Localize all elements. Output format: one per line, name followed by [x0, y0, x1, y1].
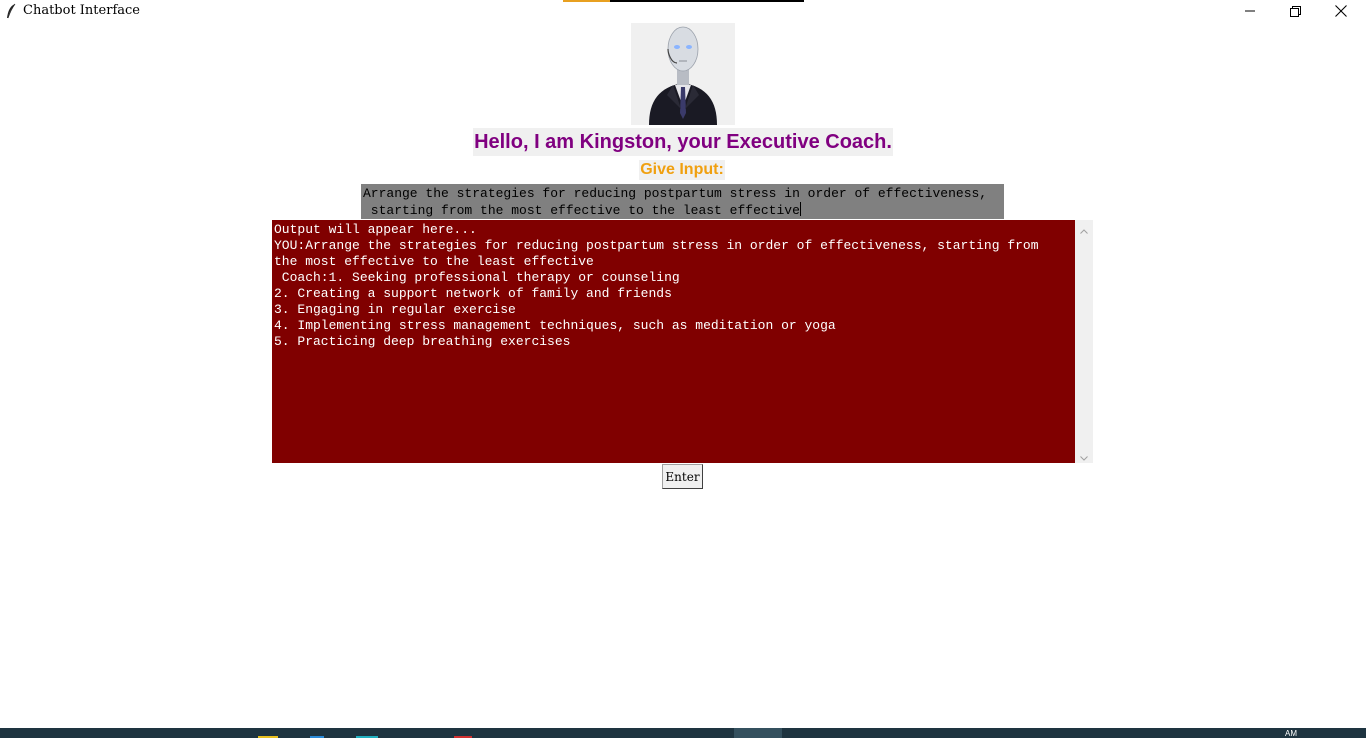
restore-icon: [1289, 5, 1301, 17]
chat-output-text[interactable]: Output will appear here... YOU:Arrange t…: [272, 220, 1075, 463]
user-input-field[interactable]: Arrange the strategies for reducing post…: [361, 184, 1004, 219]
restore-button[interactable]: [1272, 0, 1318, 22]
minimize-icon: [1245, 6, 1255, 16]
scroll-down-button[interactable]: [1075, 447, 1093, 463]
minimize-button[interactable]: [1227, 0, 1273, 22]
taskbar-preview-strip: [563, 0, 804, 2]
close-icon: [1335, 5, 1347, 17]
input-label: Give Input:: [639, 160, 725, 180]
app-window: Chatbot Interface Hello, I am Kingston, …: [0, 0, 1366, 738]
title-bar: Chatbot Interface: [0, 0, 1366, 22]
window-title: Chatbot Interface: [23, 3, 140, 18]
text-caret: [799, 202, 801, 216]
robot-coach-image: [631, 23, 735, 125]
scroll-up-button[interactable]: [1075, 220, 1093, 236]
enter-button[interactable]: Enter: [662, 464, 703, 489]
user-input-text: Arrange the strategies for reducing post…: [363, 186, 988, 218]
chevron-down-icon: [1080, 446, 1088, 465]
output-scrollbar[interactable]: [1075, 220, 1093, 463]
output-panel: Output will appear here... YOU:Arrange t…: [272, 220, 1093, 464]
taskbar-clock: AM: [1285, 729, 1297, 738]
chevron-up-icon: [1080, 219, 1088, 238]
coach-avatar: [631, 23, 735, 125]
greeting-heading: Hello, I am Kingston, your Executive Coa…: [473, 128, 893, 156]
taskbar-active-app[interactable]: [734, 728, 782, 738]
close-button[interactable]: [1318, 0, 1364, 22]
preview-accent: [563, 0, 610, 2]
os-taskbar: AM: [0, 728, 1366, 738]
feather-icon: [5, 3, 17, 19]
